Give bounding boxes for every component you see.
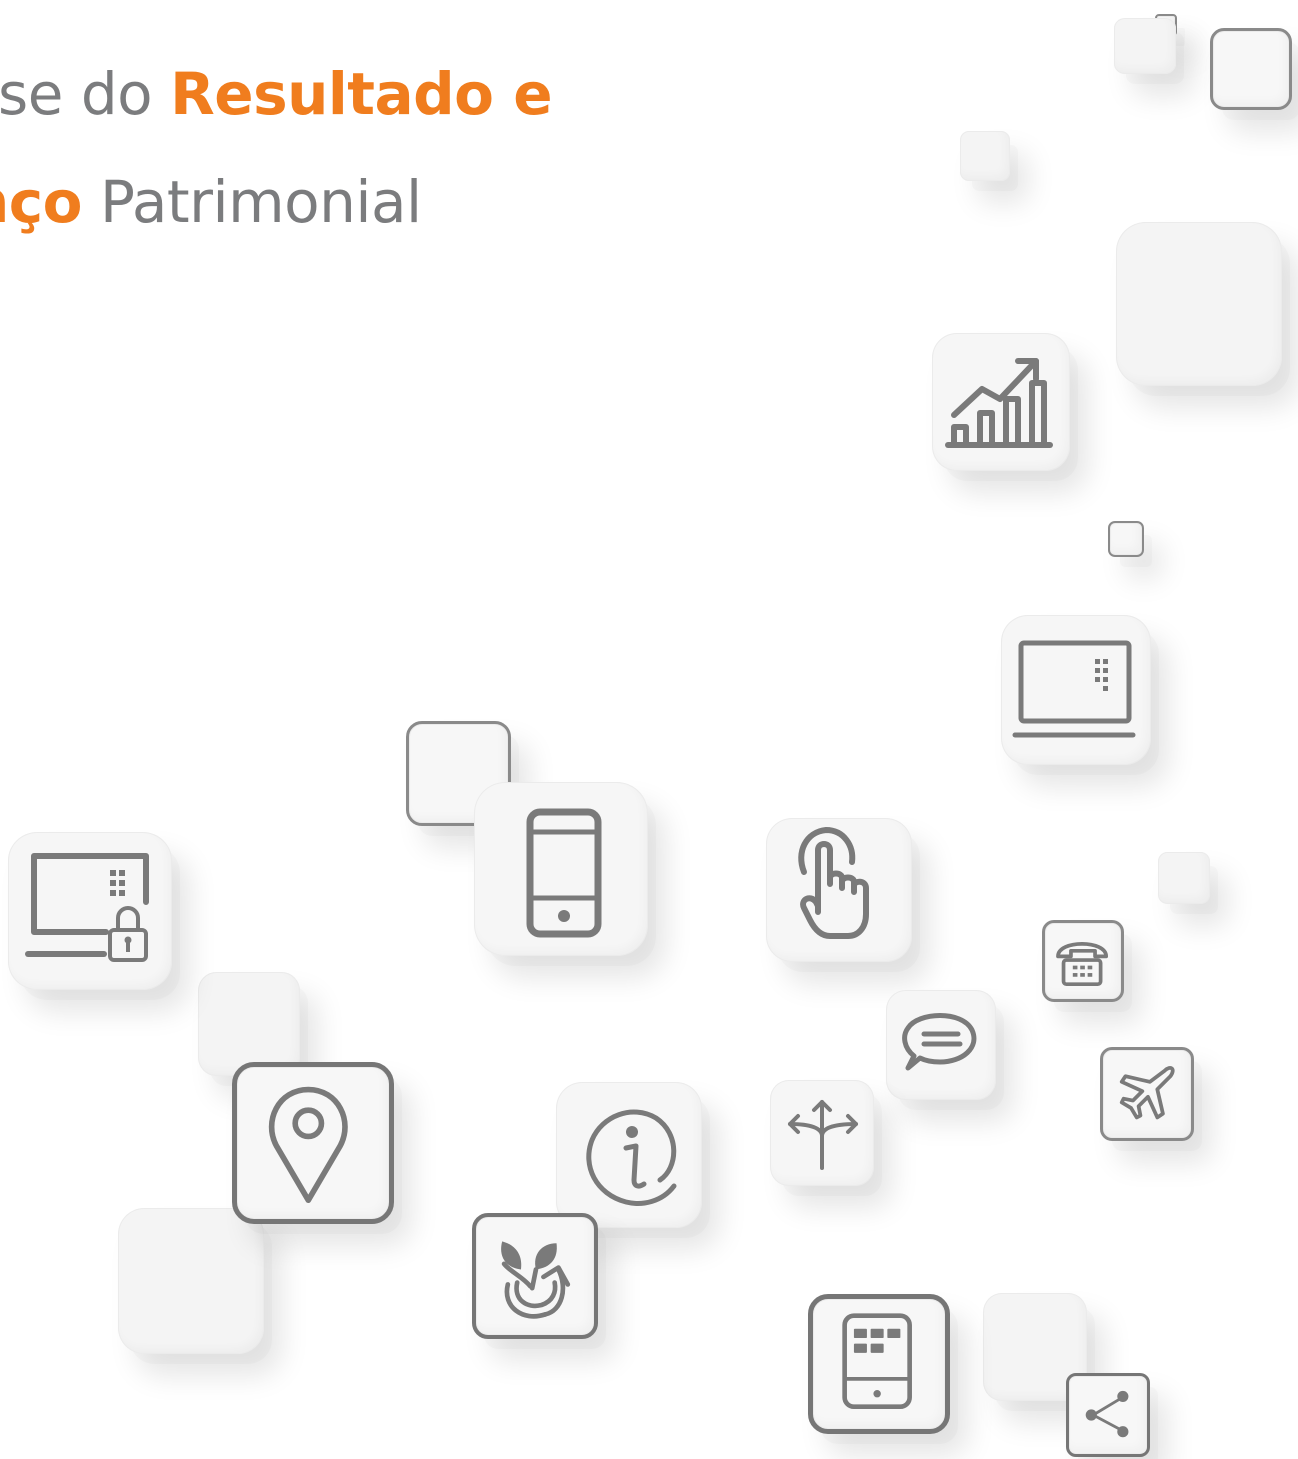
tablet-icon: [842, 1313, 912, 1410]
decorative-square-large: [118, 1208, 264, 1354]
title-line-1: se do Resultado e: [0, 60, 553, 128]
outlined-square: [1210, 28, 1292, 110]
chat-icon: [902, 1013, 977, 1071]
page-title: se do Resultado e nço Patrimonial: [0, 40, 553, 256]
share-icon: [1085, 1390, 1129, 1438]
title-line-2: nço Patrimonial: [0, 148, 552, 256]
eco-refresh-tile: [472, 1213, 598, 1339]
directions-icon: [788, 1100, 858, 1170]
title-highlight-2: nço: [0, 168, 83, 236]
phone-icon: [1056, 942, 1109, 987]
tablet-tile: [808, 1294, 950, 1434]
location-tile: [232, 1062, 394, 1224]
decorative-square: [198, 972, 300, 1076]
info-tile: [556, 1082, 702, 1228]
smartphone-icon: [526, 808, 602, 938]
title-highlight-1: Resultado e: [170, 60, 553, 128]
touch-hand-icon: [798, 827, 869, 939]
phone-tile: [1042, 920, 1124, 1002]
share-tile: [1066, 1373, 1150, 1457]
chart-growth-tile: [932, 333, 1070, 471]
laptop-tile: [1001, 615, 1151, 765]
directions-tile: [770, 1080, 874, 1186]
touch-tile: [766, 818, 912, 962]
decorative-square-large: [1116, 222, 1282, 386]
chart-growth-icon: [945, 358, 1053, 448]
decorative-square: [1158, 852, 1210, 904]
decorative-square: [1114, 18, 1176, 74]
airplane-tile: [1100, 1047, 1194, 1141]
decorative-square: [960, 131, 1010, 181]
laptop-lock-icon: [25, 853, 149, 962]
info-icon: [586, 1109, 677, 1206]
chat-tile: [886, 990, 996, 1100]
location-pin-icon: [268, 1086, 348, 1204]
laptop-lock-tile: [8, 832, 172, 990]
airplane-icon: [1119, 1066, 1175, 1120]
laptop-icon: [1012, 640, 1136, 738]
outlined-square-small: [1108, 521, 1144, 557]
smartphone-tile: [474, 782, 648, 956]
eco-refresh-icon: [501, 1241, 571, 1319]
